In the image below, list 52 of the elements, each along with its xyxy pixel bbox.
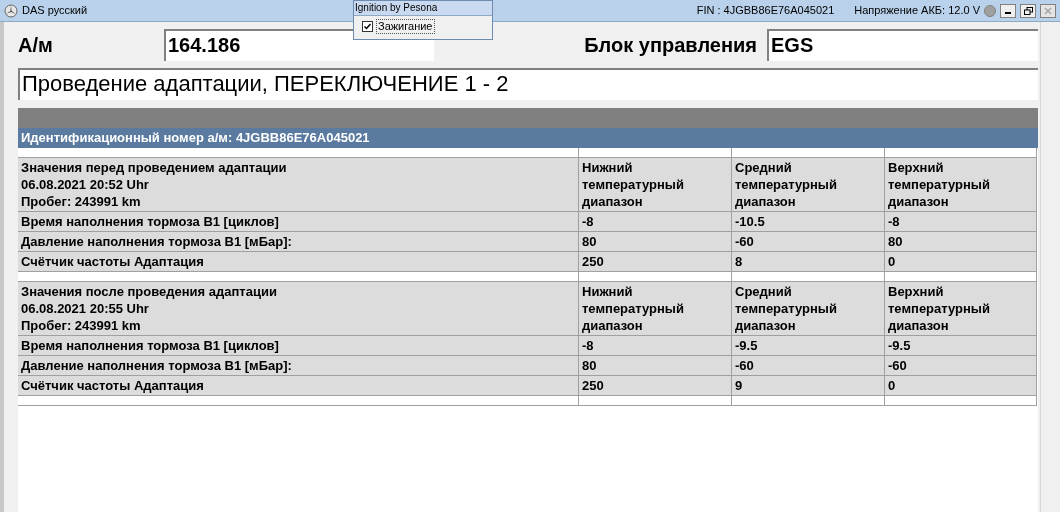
vin-band: Идентификационный номер а/м: 4JGBB86E76A045021 [18, 128, 1038, 148]
column-header-cell: Средний температурный диапазон [732, 158, 885, 212]
field-label: Блок управления [584, 33, 757, 58]
table-cell: -8 [579, 212, 732, 232]
table-cell: Давление наполнения тормоза B1 [мБар]: [18, 232, 579, 252]
table-cell: 80 [579, 232, 732, 252]
table-cell: 0 [885, 252, 1037, 272]
minimize-button[interactable] [1000, 3, 1016, 18]
column-header-cell: Верхний температурный диапазон [885, 158, 1037, 212]
table-cell: Время наполнения тормоза B1 [циклов] [18, 212, 579, 232]
table-cell: -60 [732, 232, 885, 252]
table-cell: -10.5 [732, 212, 885, 232]
table-cell: -9.5 [885, 336, 1037, 356]
column-header-cell: Средний температурный диапазон [732, 282, 885, 336]
table-cell: -60 [885, 356, 1037, 376]
table-cell: -8 [885, 212, 1037, 232]
table-cell: Счётчик частоты Адаптация [18, 376, 579, 396]
table-cell: -9.5 [732, 336, 885, 356]
battery-voltage: Напряжение АКБ: 12.0 V [854, 3, 980, 19]
input-field[interactable]: EGS [767, 29, 1038, 61]
table-cell: -60 [732, 356, 885, 376]
table-cell: 80 [885, 232, 1037, 252]
restore-icon [1023, 6, 1033, 15]
table-cell: -8 [579, 336, 732, 356]
section-header-cell: Значения перед проведением адаптации 06.08.2021 20:52 Uhr Пробег: 243991 km [18, 158, 579, 212]
check-icon [363, 22, 372, 31]
table-cell: Давление наполнения тормоза B1 [мБар]: [18, 356, 579, 376]
section-header-cell: Значения после проведения адаптации 06.08.2021 20:55 Uhr Пробег: 243991 km [18, 282, 579, 336]
table-cell: 0 [885, 376, 1037, 396]
column-header-cell: Верхний температурный диапазон [885, 282, 1037, 336]
table-cell: 9 [732, 376, 885, 396]
table-cell: 8 [732, 252, 885, 272]
table-cell: Время наполнения тормоза B1 [циклов] [18, 336, 579, 356]
close-icon [1044, 6, 1052, 15]
table-cell: 80 [579, 356, 732, 376]
restore-button[interactable] [1020, 3, 1036, 18]
column-header-cell: Нижний температурный диапазон [579, 158, 732, 212]
popup-title: Ignition by Pesona [354, 1, 492, 16]
field-label: А/м [18, 33, 54, 58]
checkbox[interactable] [362, 21, 373, 32]
table-cell: 250 [579, 252, 732, 272]
column-header-cell: Нижний температурный диапазон [579, 282, 732, 336]
minimize-icon [1005, 11, 1011, 14]
status-led-icon [984, 4, 996, 17]
table-cell: 250 [579, 376, 732, 396]
star-logo-icon [4, 3, 18, 18]
window-title: DAS русский [22, 3, 88, 19]
input-field[interactable]: 164.186 [164, 29, 434, 61]
table-cell: Счётчик частоты Адаптация [18, 252, 579, 272]
procedure-field: Проведение адаптации, ПЕРЕКЛЮЧЕНИЕ 1 - 2 [18, 68, 1038, 100]
checkbox-label: Зажигание [376, 19, 435, 34]
fin-label: FIN : 4JGBB86E76A045021 [696, 3, 835, 19]
